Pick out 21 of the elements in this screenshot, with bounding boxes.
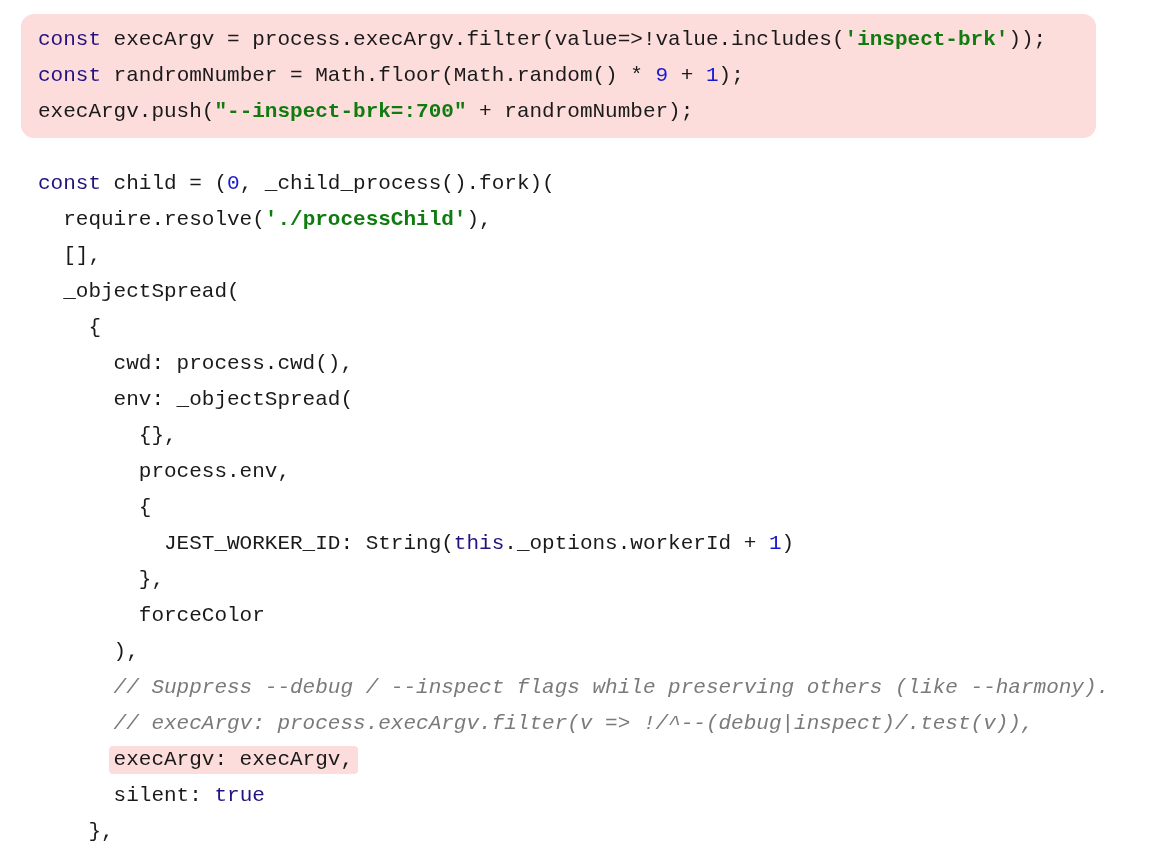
code-line: {}, [137, 423, 178, 449]
code-line: const execArgv = process.execArgv.filter(value=>!value.includes('inspect-brk')); [37, 27, 1048, 53]
code-line: ), [112, 639, 140, 665]
code-line: cwd: process.cwd(), [112, 351, 355, 377]
code-line: const child = (0, _child_process().fork)( [37, 171, 556, 197]
code-line: }, [137, 567, 165, 593]
code-line: }, [87, 819, 115, 845]
code-line: JEST_WORKER_ID: String(this._options.workerId + 1) [163, 531, 796, 557]
code-line: [], [62, 243, 102, 269]
code-line: { [87, 315, 102, 341]
code-line: env: _objectSpread( [112, 387, 355, 413]
code-line: process.env, [137, 459, 292, 485]
code-line: silent: true [112, 783, 266, 809]
code-line: // execArgv: process.execArgv.filter(v => !/^--(debug|inspect)/.test(v)), [112, 711, 1035, 737]
code-line: // Suppress --debug / --inspect flags while preserving others (like --harmony). [112, 675, 1111, 701]
code-line: _objectSpread( [62, 279, 241, 305]
code-line: require.resolve('./processChild'), [62, 207, 493, 233]
code-line: execArgv.push("--inspect-brk=:700" + randromNumber); [37, 99, 695, 125]
code-line: const randromNumber = Math.floor(Math.random() * 9 + 1); [37, 63, 745, 89]
code-line: forceColor [137, 603, 266, 629]
code-line: { [137, 495, 153, 521]
